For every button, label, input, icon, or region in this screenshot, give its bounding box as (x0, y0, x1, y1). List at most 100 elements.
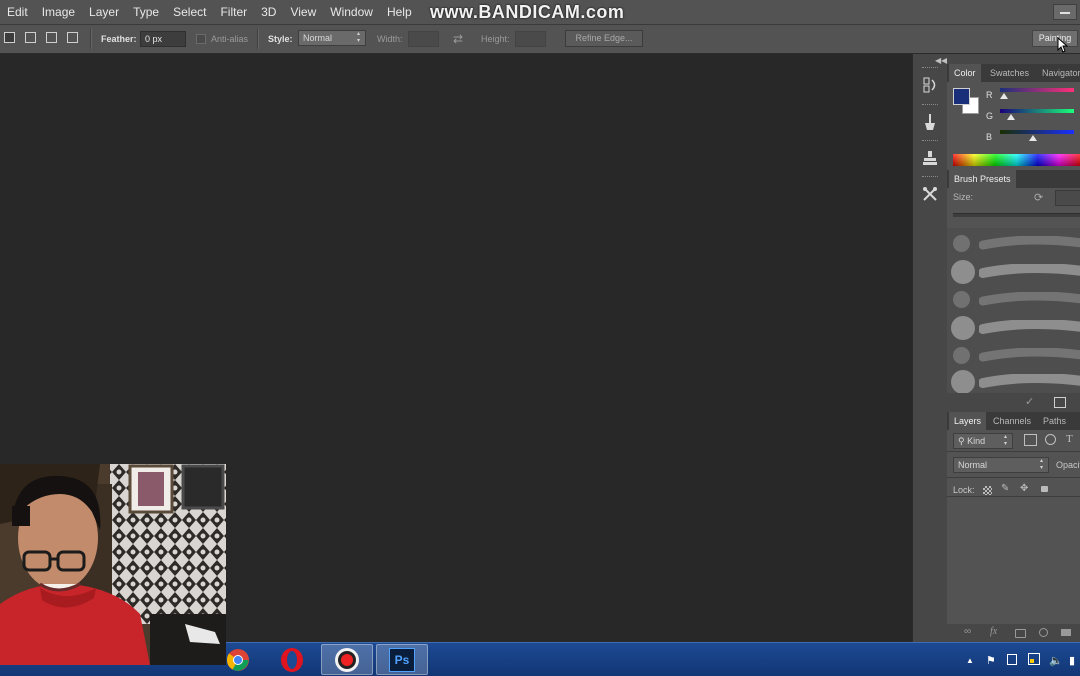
opera-taskbar-button[interactable] (272, 644, 312, 675)
type-layer-filter-icon[interactable]: T (1066, 433, 1073, 445)
menu-view[interactable]: View (283, 0, 323, 24)
lock-position-icon[interactable]: ✥ (1020, 483, 1028, 494)
tab-channels[interactable]: Channels (988, 412, 1036, 430)
brush-tool-icon[interactable] (920, 112, 940, 132)
height-input[interactable] (515, 31, 546, 47)
brush-preset-item[interactable] (947, 258, 1080, 284)
tab-navigator[interactable]: Navigator (1037, 64, 1080, 82)
blend-mode-dropdown[interactable]: Normal (953, 457, 1049, 473)
pixel-layer-filter-icon[interactable] (1024, 434, 1037, 446)
kind-filter-dropdown[interactable]: ⚲ Kind (953, 433, 1013, 449)
menu-help[interactable]: Help (380, 0, 419, 24)
menu-edit[interactable]: Edit (0, 0, 35, 24)
bandicam-taskbar-button[interactable] (321, 644, 373, 675)
brush-stroke-preview (979, 320, 1080, 334)
style-dropdown[interactable]: Normal (298, 30, 366, 46)
swap-dimensions-icon[interactable]: ⇄ (453, 25, 463, 53)
adjustment-layer-filter-icon[interactable] (1045, 434, 1056, 445)
clone-source-icon[interactable] (920, 148, 940, 168)
brush-tip (951, 260, 975, 284)
layers-footer: ∞ fx (947, 624, 1080, 642)
brush-preset-item[interactable] (947, 286, 1080, 312)
adjustment-layer-icon[interactable] (1039, 628, 1048, 637)
brush-preset-item[interactable] (947, 342, 1080, 368)
kind-label: Kind (967, 436, 986, 446)
divider (947, 496, 1080, 497)
green-slider-thumb[interactable] (1007, 114, 1015, 120)
feather-input[interactable]: 0 px (140, 31, 186, 47)
brush-list (947, 228, 1080, 394)
reset-size-icon[interactable]: ⟳ (1034, 191, 1043, 204)
subtract-from-selection-icon[interactable] (46, 32, 57, 43)
action-center-flag-icon[interactable]: ⚑ (986, 654, 996, 667)
green-slider[interactable] (1000, 109, 1074, 120)
toggle-brush-panel-icon[interactable]: ✓ (1025, 395, 1034, 408)
mouse-cursor-icon (1057, 37, 1068, 53)
webcam-feed (0, 464, 226, 665)
lock-label: Lock: (953, 485, 975, 495)
spectrum-shade (953, 154, 1080, 166)
lock-all-icon[interactable] (1041, 486, 1048, 492)
menu-filter[interactable]: Filter (213, 0, 254, 24)
tab-layers[interactable]: Layers (949, 412, 987, 430)
brush-preset-item[interactable] (947, 230, 1080, 256)
photoshop-icon: Ps (389, 647, 415, 672)
grip (922, 104, 938, 107)
refine-edge-button[interactable]: Refine Edge... (565, 30, 643, 47)
blue-slider-thumb[interactable] (1029, 135, 1037, 141)
lock-pixels-icon[interactable]: ✎ (1001, 483, 1009, 494)
red-slider[interactable] (1000, 88, 1074, 99)
brush-panel-menu-icon[interactable] (1054, 397, 1066, 408)
grip (922, 140, 938, 143)
show-hidden-icons-arrow[interactable]: ▲ (966, 656, 974, 665)
tab-color[interactable]: Color (949, 64, 981, 82)
menu-window[interactable]: Window (323, 0, 380, 24)
battery-icon[interactable]: ▮ (1069, 654, 1075, 667)
size-input[interactable] (1055, 190, 1080, 206)
brush-tip (953, 291, 970, 308)
brush-tip (953, 347, 970, 364)
volume-icon[interactable]: 🔈 (1049, 654, 1063, 667)
red-channel-label: R (986, 90, 993, 100)
menu-select[interactable]: Select (166, 0, 213, 24)
brush-tip (953, 235, 970, 252)
link-layers-icon[interactable]: ∞ (964, 626, 971, 637)
menu-3d[interactable]: 3D (254, 0, 283, 24)
right-panels: Color Swatches Navigator R G B Brush Pre… (947, 54, 1080, 642)
minimize-button[interactable] (1053, 4, 1077, 20)
brush-tip (951, 316, 975, 340)
brush-preset-item[interactable] (947, 368, 1080, 394)
foreground-color-swatch[interactable] (953, 88, 970, 105)
history-icon[interactable] (920, 75, 940, 95)
collapse-panels-icon[interactable]: ◀◀ (935, 56, 947, 65)
add-mask-icon[interactable] (1015, 629, 1026, 638)
menu-image[interactable]: Image (35, 0, 82, 24)
green-channel-label: G (986, 111, 994, 121)
brush-preset-item[interactable] (947, 314, 1080, 340)
new-selection-icon[interactable] (4, 32, 15, 43)
width-label: Width: (377, 34, 403, 44)
size-label: Size: (953, 192, 974, 202)
red-slider-thumb[interactable] (1000, 93, 1008, 99)
menu-layer[interactable]: Layer (82, 0, 126, 24)
anti-alias-checkbox[interactable] (196, 34, 206, 44)
menu-type[interactable]: Type (126, 0, 166, 24)
tool-presets-icon[interactable] (920, 184, 940, 204)
layer-style-icon[interactable]: fx (990, 626, 997, 637)
workspace-button[interactable]: Painting (1032, 30, 1078, 47)
size-slider[interactable] (953, 213, 1080, 217)
device-icon[interactable] (1007, 654, 1017, 665)
brush-tip (951, 370, 975, 394)
photoshop-taskbar-button[interactable]: Ps (376, 644, 428, 675)
blue-slider[interactable] (1000, 130, 1074, 141)
intersect-selection-icon[interactable] (67, 32, 78, 43)
brush-stroke-preview (979, 236, 1080, 250)
lock-transparent-icon[interactable] (983, 486, 992, 495)
width-input[interactable] (408, 31, 439, 47)
add-to-selection-icon[interactable] (25, 32, 36, 43)
feather-label: Feather: (101, 34, 137, 44)
tab-paths[interactable]: Paths (1038, 412, 1071, 430)
tab-brush-presets[interactable]: Brush Presets (949, 170, 1016, 188)
tab-swatches[interactable]: Swatches (985, 64, 1034, 82)
new-group-icon[interactable] (1061, 629, 1071, 636)
